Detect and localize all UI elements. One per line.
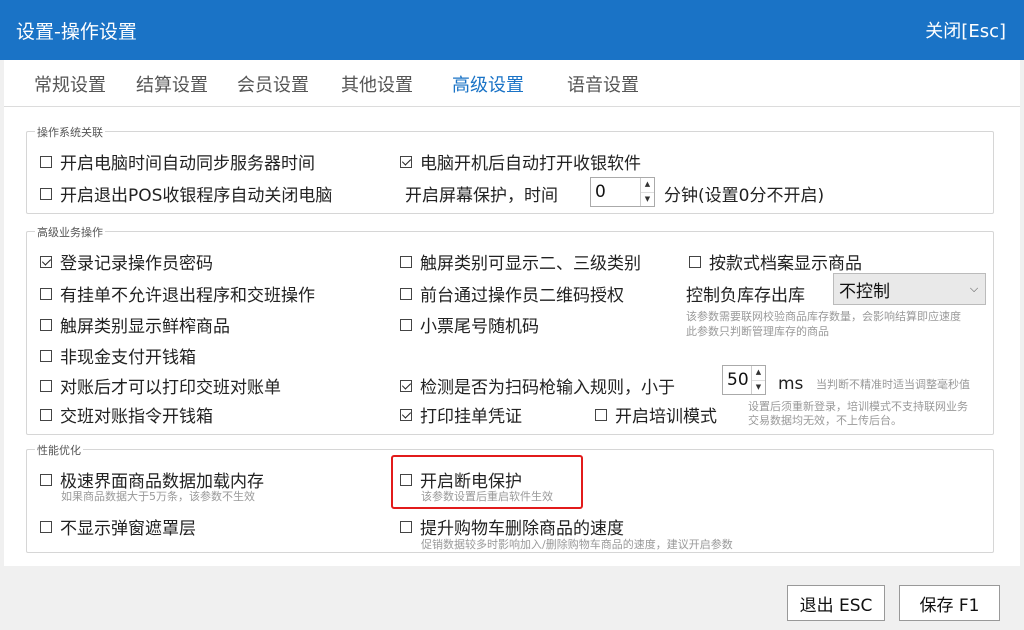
scanner-ms-value[interactable]: 50: [723, 370, 751, 390]
training-mode-option[interactable]: 开启培训模式: [595, 402, 717, 427]
group-advanced-legend: 高级业务操作: [35, 224, 105, 240]
sync-time-checkbox[interactable]: [40, 155, 52, 168]
tab-member[interactable]: 会员设置: [237, 71, 309, 97]
power-protect-highlight: [391, 455, 583, 509]
no-exit-pending-option[interactable]: 有挂单不允许退出程序和交班操作: [40, 281, 315, 306]
group-performance-legend: 性能优化: [35, 442, 83, 458]
no-exit-pending-label: 有挂单不允许退出程序和交班操作: [60, 286, 315, 306]
receipt-random-label: 小票尾号随机码: [420, 317, 539, 337]
touch-fresh-checkbox[interactable]: [40, 318, 52, 331]
negative-stock-value: 不控制: [839, 281, 890, 302]
auto-shutdown-option[interactable]: 开启退出POS收银程序自动关闭电脑: [40, 181, 332, 206]
negative-stock-hint-1: 该参数需要联网校验商品库存数量，会影响结算即应速度: [686, 310, 961, 323]
tab-bar: 常规设置 结算设置 会员设置 其他设置 高级设置 语音设置: [4, 60, 1020, 106]
no-mask-label: 不显示弹窗遮罩层: [60, 519, 196, 539]
negative-stock-hint-2: 此参数只判断管理库存的商品: [686, 325, 829, 338]
screensaver-suffix: 分钟(设置0分不开启): [664, 186, 825, 206]
fast-delete-hint: 促销数据较多时影响加入/删除购物车商品的速度，建议开启参数: [421, 538, 733, 551]
fast-delete-checkbox[interactable]: [400, 520, 412, 533]
fast-delete-label: 提升购物车删除商品的速度: [420, 519, 624, 539]
style-display-checkbox[interactable]: [689, 255, 701, 268]
scanner-rule-hint: 当判断不精准时适当调整毫秒值: [816, 378, 970, 391]
training-mode-checkbox[interactable]: [595, 408, 607, 421]
receipt-random-checkbox[interactable]: [400, 318, 412, 331]
style-display-label: 按款式档案显示商品: [709, 254, 862, 274]
no-exit-pending-checkbox[interactable]: [40, 287, 52, 300]
scanner-rule-checkbox[interactable]: [400, 379, 412, 392]
style-display-option[interactable]: 按款式档案显示商品: [689, 249, 862, 274]
fast-delete-option[interactable]: 提升购物车删除商品的速度: [400, 514, 624, 539]
auto-shutdown-label: 开启退出POS收银程序自动关闭电脑: [60, 186, 333, 206]
window-title: 设置-操作设置: [16, 21, 137, 43]
qr-auth-label: 前台通过操作员二维码授权: [420, 286, 624, 306]
non-cash-drawer-checkbox[interactable]: [40, 349, 52, 362]
record-password-option[interactable]: 登录记录操作员密码: [40, 249, 213, 274]
print-after-reconcile-option[interactable]: 对账后才可以打印交班对账单: [40, 373, 281, 398]
print-pending-checkbox[interactable]: [400, 408, 412, 421]
auto-shutdown-checkbox[interactable]: [40, 187, 52, 200]
training-mode-hint-1: 设置后须重新登录，培训模式不支持联网业务: [748, 400, 968, 413]
sync-time-label: 开启电脑时间自动同步服务器时间: [60, 154, 315, 174]
stepper-up-icon[interactable]: ▲: [641, 178, 654, 192]
touch-subcategory-option[interactable]: 触屏类别可显示二、三级类别: [400, 249, 641, 274]
tab-checkout[interactable]: 结算设置: [136, 71, 208, 97]
chevron-down-icon: ⌵: [969, 282, 979, 295]
stepper-down-icon[interactable]: ▼: [752, 379, 765, 395]
group-os-legend: 操作系统关联: [35, 124, 105, 140]
no-mask-option[interactable]: 不显示弹窗遮罩层: [40, 514, 196, 539]
qr-auth-checkbox[interactable]: [400, 287, 412, 300]
negative-stock-label: 控制负库存出库: [686, 286, 805, 306]
scanner-ms-stepper[interactable]: 50 ▲ ▼: [722, 365, 766, 395]
exit-button[interactable]: 退出 ESC: [787, 585, 885, 621]
scanner-ms-unit: ms: [778, 374, 804, 394]
screensaver-minutes-stepper[interactable]: 0 ▲ ▼: [590, 177, 655, 207]
scanner-rule-option[interactable]: 检测是否为扫码枪输入规则，小于: [400, 373, 675, 398]
scanner-rule-label: 检测是否为扫码枪输入规则，小于: [420, 378, 675, 398]
auto-start-option[interactable]: 电脑开机后自动打开收银软件: [400, 149, 641, 174]
non-cash-drawer-option[interactable]: 非现金支付开钱箱: [40, 343, 196, 368]
negative-stock-select[interactable]: 不控制 ⌵: [833, 273, 986, 305]
stepper-up-icon[interactable]: ▲: [752, 366, 765, 380]
tab-general[interactable]: 常规设置: [34, 71, 106, 97]
tab-advanced[interactable]: 高级设置: [452, 71, 524, 97]
print-pending-label: 打印挂单凭证: [420, 407, 522, 427]
touch-subcategory-label: 触屏类别可显示二、三级类别: [420, 254, 641, 274]
print-after-reconcile-label: 对账后才可以打印交班对账单: [60, 378, 281, 398]
close-button[interactable]: 关闭[Esc]: [925, 17, 1006, 43]
fast-load-checkbox[interactable]: [40, 473, 52, 486]
screensaver-label: 开启屏幕保护，时间: [405, 186, 558, 206]
handover-drawer-checkbox[interactable]: [40, 408, 52, 421]
tab-voice[interactable]: 语音设置: [567, 71, 639, 97]
print-pending-option[interactable]: 打印挂单凭证: [400, 402, 522, 427]
auto-start-label: 电脑开机后自动打开收银软件: [420, 154, 641, 174]
sync-time-option[interactable]: 开启电脑时间自动同步服务器时间: [40, 149, 315, 174]
record-password-label: 登录记录操作员密码: [60, 254, 213, 274]
no-mask-checkbox[interactable]: [40, 520, 52, 533]
print-after-reconcile-checkbox[interactable]: [40, 379, 52, 392]
stepper-down-icon[interactable]: ▼: [641, 191, 654, 207]
qr-auth-option[interactable]: 前台通过操作员二维码授权: [400, 281, 624, 306]
handover-drawer-label: 交班对账指令开钱箱: [60, 407, 213, 427]
fast-load-hint: 如果商品数据大于5万条，该参数不生效: [61, 490, 255, 503]
training-mode-hint-2: 交易数据均无效，不上传后台。: [748, 414, 902, 427]
receipt-random-option[interactable]: 小票尾号随机码: [400, 312, 539, 337]
auto-start-checkbox[interactable]: [400, 155, 412, 168]
save-button[interactable]: 保存 F1: [899, 585, 1000, 621]
record-password-checkbox[interactable]: [40, 255, 52, 268]
non-cash-drawer-label: 非现金支付开钱箱: [60, 348, 196, 368]
touch-subcategory-checkbox[interactable]: [400, 255, 412, 268]
tab-divider: [4, 106, 1020, 107]
tab-other[interactable]: 其他设置: [341, 71, 413, 97]
touch-fresh-label: 触屏类别显示鲜榨商品: [60, 317, 230, 337]
title-bar: 设置-操作设置 关闭[Esc]: [0, 0, 1024, 60]
touch-fresh-option[interactable]: 触屏类别显示鲜榨商品: [40, 312, 230, 337]
screensaver-minutes-value[interactable]: 0: [591, 182, 640, 202]
training-mode-label: 开启培训模式: [615, 407, 717, 427]
handover-drawer-option[interactable]: 交班对账指令开钱箱: [40, 402, 213, 427]
